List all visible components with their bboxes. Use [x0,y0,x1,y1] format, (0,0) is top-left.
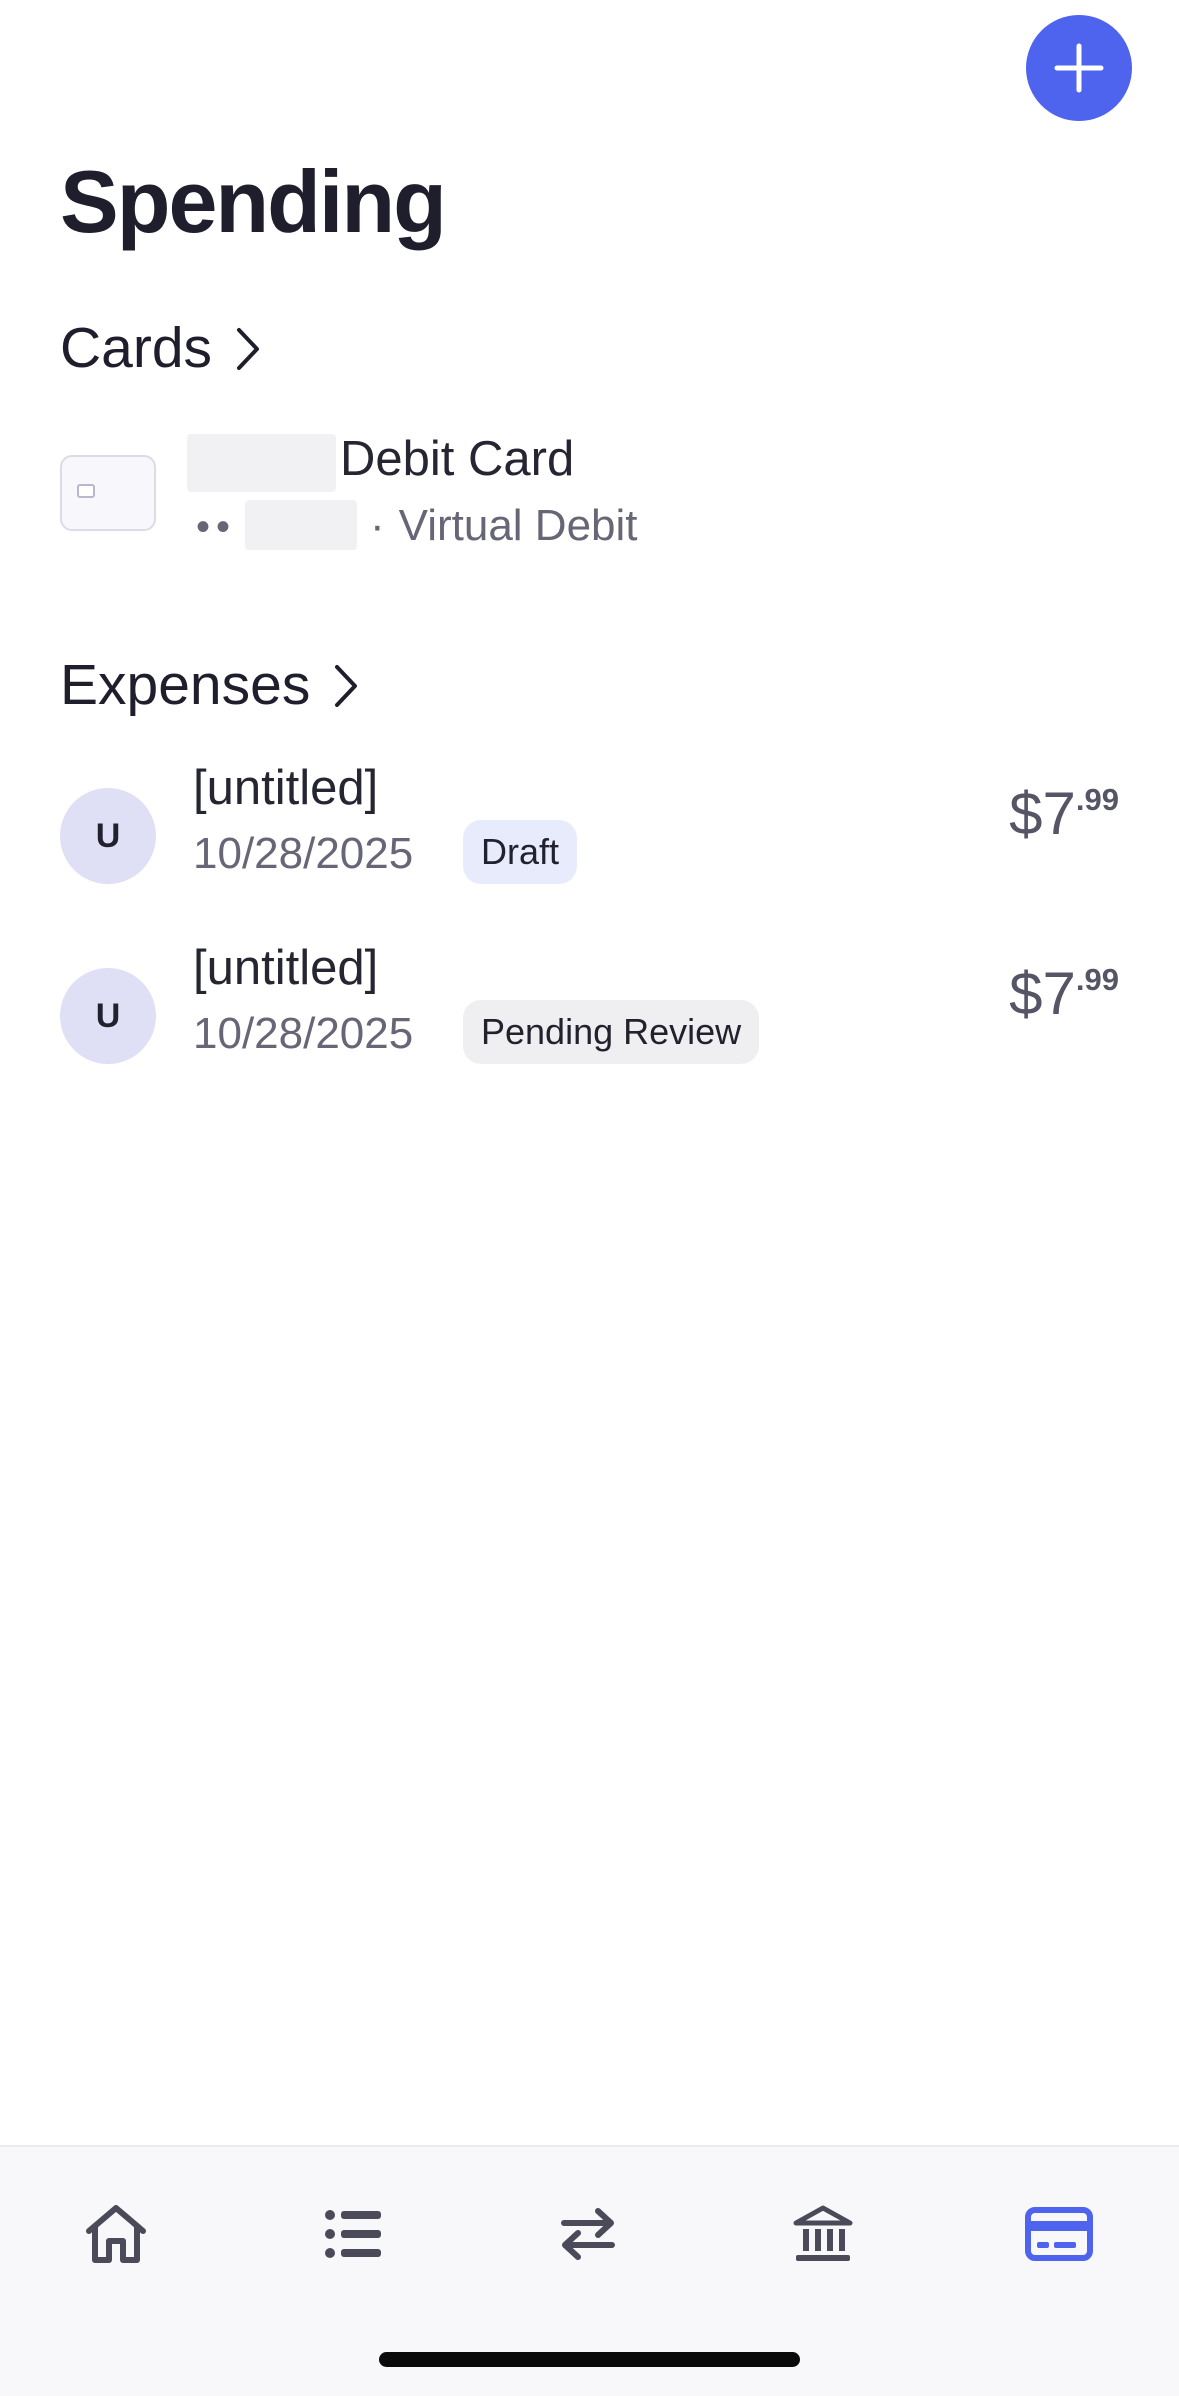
avatar: U [60,968,156,1064]
transfer-arrows-icon [561,2208,615,2260]
expense-title: [untitled] [193,941,379,995]
expenses-section-header[interactable]: Expenses [60,657,360,714]
chevron-right-icon [335,664,358,707]
tab-accounts[interactable] [773,2184,873,2284]
plus-icon [1054,43,1104,93]
card-name: Debit Card [340,432,575,486]
status-badge: Draft [463,820,578,884]
home-indicator [379,2352,800,2367]
amount-cents: .99 [1075,782,1119,817]
page-title: Spending [60,152,447,251]
tab-home[interactable] [66,2184,166,2284]
credit-card-icon [1025,2207,1093,2261]
redacted-card-name [187,434,336,492]
amount-whole: $7 [1009,960,1076,1027]
expense-list-item[interactable]: U [untitled] 10/28/2025 Draft $7.99 [0,761,1179,922]
card-chip-icon [77,484,95,498]
expense-title: [untitled] [193,761,379,815]
spending-screen: Spending Cards Debit Card •• · Virtual De… [0,0,1179,2396]
tab-spending[interactable] [1009,2184,1109,2284]
expense-amount: $7.99 [1009,964,1119,1024]
amount-whole: $7 [1009,780,1076,847]
avatar: U [60,788,156,884]
cards-section-title: Cards [60,316,213,380]
tab-activity[interactable] [303,2184,403,2284]
tab-transfers[interactable] [538,2184,638,2284]
expense-amount: $7.99 [1009,784,1119,844]
bank-icon [793,2205,853,2261]
home-icon [86,2205,146,2263]
card-thumbnail [60,455,156,531]
status-badge: Pending Review [463,1000,760,1064]
card-subtitle-separator: · [370,501,385,550]
chevron-right-icon [237,327,260,370]
expense-date: 10/28/2025 [193,829,414,878]
card-type: Virtual Debit [398,501,638,550]
list-icon [325,2210,381,2258]
card-subtitle: · Virtual Debit [370,501,638,550]
expense-date: 10/28/2025 [193,1009,414,1058]
expenses-section-title: Expenses [60,653,311,717]
card-masked-number: •• [196,505,237,549]
add-button[interactable] [1026,15,1132,121]
amount-cents: .99 [1075,962,1119,997]
cards-section-header[interactable]: Cards [60,320,262,377]
redacted-card-number [245,500,357,550]
expense-list-item[interactable]: U [untitled] 10/28/2025 Pending Review $… [0,941,1179,1102]
